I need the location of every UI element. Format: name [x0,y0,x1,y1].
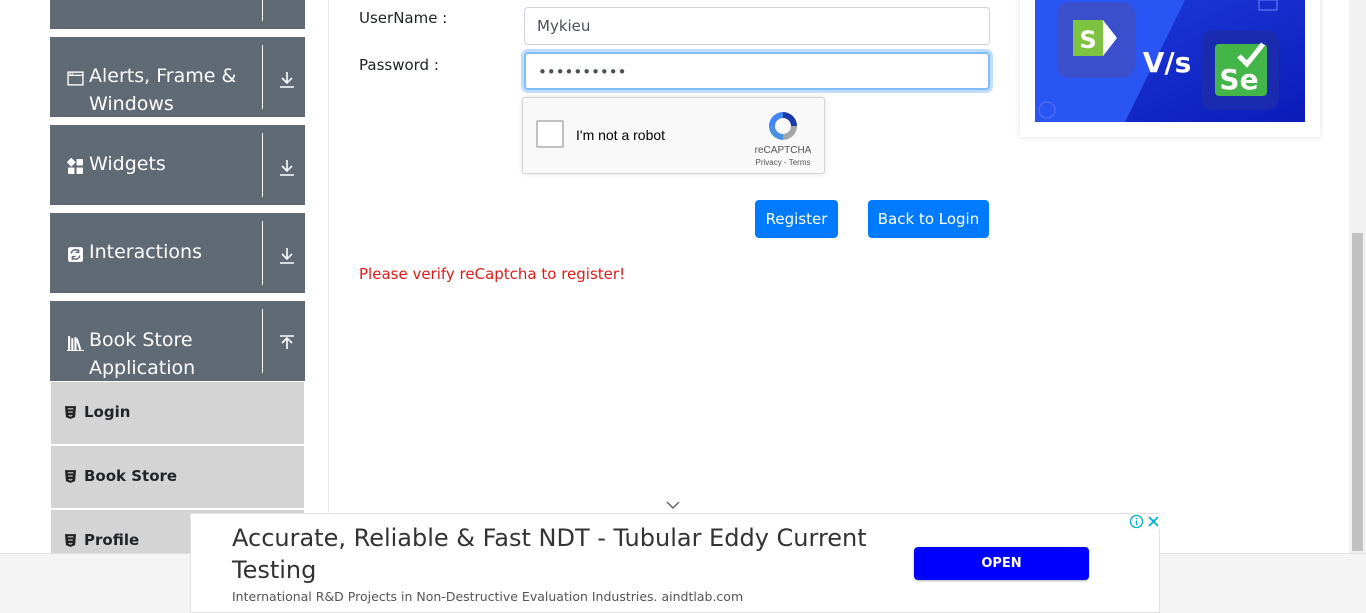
sidebar-group-widgets[interactable]: Widgets [50,125,305,205]
password-input[interactable]: •••••••••• [524,52,990,90]
upload-arrow-icon[interactable] [278,334,296,354]
interactions-icon [68,247,83,262]
left-sidebar: Alerts, Frame & Windows Widgets Interact… [0,0,329,572]
recaptcha-brand: reCAPTCHA [754,145,812,156]
download-arrow-icon[interactable] [278,158,296,178]
group-title-line1: Alerts, Frame & [89,65,237,87]
sidebar-group-alerts[interactable]: Alerts, Frame & Windows [50,37,305,117]
group-title-line2: Windows [89,93,174,115]
sidebar-item-label: Login [84,403,131,421]
vs-text: V/s [1143,46,1192,79]
error-message: Please verify reCaptcha to register! [359,265,626,283]
page: Alerts, Frame & Windows Widgets Interact… [0,0,1366,613]
ad-banner-image[interactable]: S V/s Se [1035,0,1305,122]
recaptcha-logo-icon [769,112,797,140]
sidebar-item-login[interactable]: Login [51,382,304,444]
download-arrow-icon[interactable] [278,246,296,266]
sidebar-group-elements[interactable] [50,0,305,29]
register-button[interactable]: Register [755,200,838,238]
ad-open-button[interactable]: OPEN [914,547,1089,580]
html5-icon [65,406,76,419]
back-to-login-button[interactable]: Back to Login [868,200,989,238]
sidebar-item-label: Book Store [84,467,178,485]
password-label: Password : [359,56,439,74]
group-divider [262,309,263,373]
group-title-line2: Application [89,357,196,379]
column-divider [328,0,329,553]
group-title-line1: Book Store [89,329,193,351]
group-title: Interactions [89,241,202,263]
username-label: UserName : [359,9,448,27]
ad-subtext: International R&D Projects in Non-Destru… [232,589,744,604]
ad-headline[interactable]: Accurate, Reliable & Fast NDT - Tubular … [232,522,892,586]
username-input[interactable]: Mykieu [524,7,990,45]
sidebar-group-interactions[interactable]: Interactions [50,213,305,293]
recaptcha-label: I'm not a robot [576,127,666,143]
group-title: Widgets [89,153,166,175]
recaptcha-widget: I'm not a robot reCAPTCHA Privacy - Term… [522,97,825,174]
group-divider [262,0,263,21]
books-icon [67,336,84,351]
recaptcha-checkbox[interactable] [536,120,564,148]
download-arrow-icon[interactable] [278,70,296,90]
html5-icon [65,534,76,547]
ad-info-icon[interactable] [1129,514,1144,529]
ad-close-icon[interactable] [1146,514,1161,529]
sidebar-item-bookstore[interactable]: Book Store [51,446,304,508]
svg-text:Se: Se [1219,63,1258,96]
sidebar-group-bookstore[interactable]: Book Store Application [50,301,305,381]
group-divider [262,133,263,197]
sidebar-item-label: Profile [84,531,140,549]
recaptcha-terms-link[interactable]: Privacy - Terms [753,158,813,167]
bottom-ad-banner[interactable]: Accurate, Reliable & Fast NDT - Tubular … [190,513,1161,613]
svg-text:S: S [1079,26,1096,54]
group-divider [262,45,263,109]
window-icon [67,71,84,86]
page-scrollbar-thumb[interactable] [1352,233,1363,551]
chevron-down-icon[interactable] [665,499,681,511]
html5-icon [65,470,76,483]
group-divider [262,221,263,285]
widgets-icon [67,158,83,174]
